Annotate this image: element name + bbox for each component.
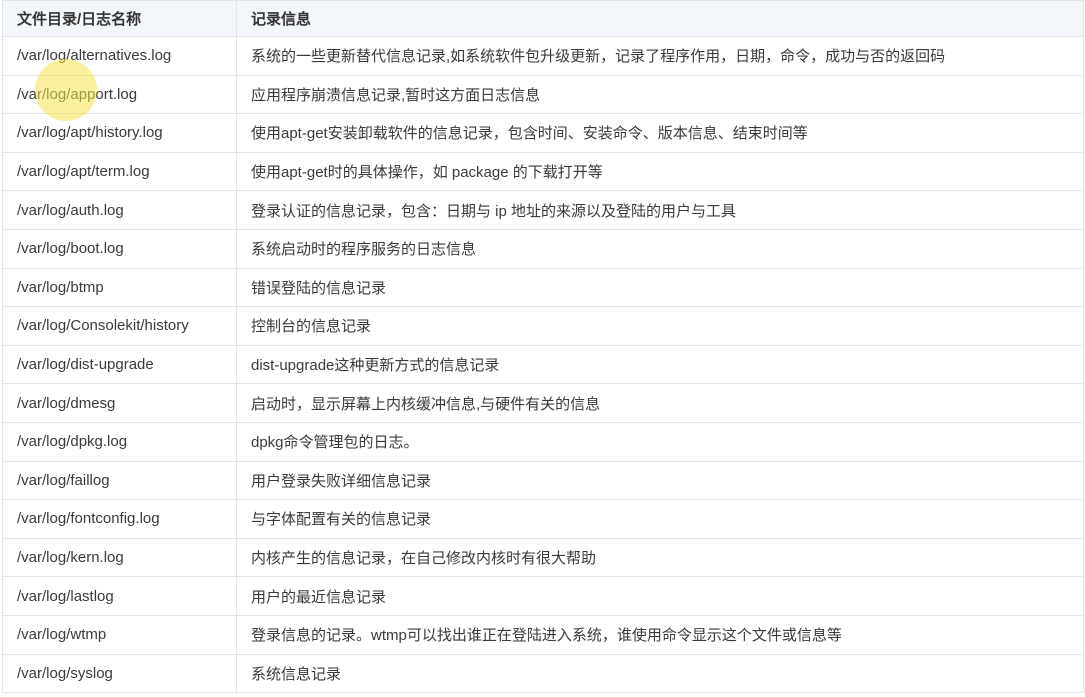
table-row: /var/log/apt/history.log 使用apt-get安装卸载软件的… bbox=[2, 113, 1084, 153]
log-description-cell: dpkg命令管理包的日志。 bbox=[236, 421, 1084, 462]
table-row: /var/log/lastlog 用户的最近信息记录 bbox=[2, 576, 1084, 616]
log-description-cell: 与字体配置有关的信息记录 bbox=[236, 499, 1084, 539]
table-row: /var/log/alternatives.log 系统的一些更新替代信息记录,如… bbox=[2, 36, 1084, 76]
log-path-cell: /var/log/fontconfig.log bbox=[2, 499, 237, 539]
table-row: /var/log/apt/term.log 使用apt-get时的具体操作，如 p… bbox=[2, 151, 1084, 192]
log-path-cell: /var/log/auth.log bbox=[2, 190, 237, 230]
log-path-cell: /var/log/dpkg.log bbox=[2, 421, 237, 462]
table-row: /var/log/apport.log 应用程序崩溃信息记录,暂时这方面日志信息 bbox=[2, 74, 1084, 115]
table-row: /var/log/Consolekit/history 控制台的信息记录 bbox=[2, 306, 1084, 346]
table-body: /var/log/alternatives.log 系统的一些更新替代信息记录,如… bbox=[2, 36, 1084, 694]
log-description-cell: 应用程序崩溃信息记录,暂时这方面日志信息 bbox=[236, 74, 1084, 115]
log-description-cell: dist-upgrade这种更新方式的信息记录 bbox=[236, 344, 1084, 385]
log-description-cell: 用户的最近信息记录 bbox=[236, 576, 1084, 616]
log-description-cell: 内核产生的信息记录，在自己修改内核时有很大帮助 bbox=[236, 537, 1084, 578]
table-row: /var/log/kern.log 内核产生的信息记录，在自己修改内核时有很大帮助 bbox=[2, 537, 1084, 578]
log-description-cell: 使用apt-get时的具体操作，如 package 的下载打开等 bbox=[236, 151, 1084, 192]
log-path-cell: /var/log/btmp bbox=[2, 267, 237, 308]
log-path-cell: /var/log/apt/term.log bbox=[2, 151, 237, 192]
table-row: /var/log/faillog 用户登录失败详细信息记录 bbox=[2, 460, 1084, 501]
log-path-cell: /var/log/boot.log bbox=[2, 228, 237, 269]
table-row: /var/log/syslog 系统信息记录 bbox=[2, 653, 1084, 694]
log-path-cell: /var/log/dmesg bbox=[2, 383, 237, 423]
log-path-cell: /var/log/syslog bbox=[2, 653, 237, 694]
log-path-cell: /var/log/Consolekit/history bbox=[2, 306, 237, 346]
log-path-cell: /var/log/apt/history.log bbox=[2, 113, 237, 153]
table-row: /var/log/btmp 错误登陆的信息记录 bbox=[2, 267, 1084, 308]
table-row: /var/log/wtmp 登录信息的记录。wtmp可以找出谁正在登陆进入系统，谁… bbox=[2, 614, 1084, 655]
log-description-cell: 系统的一些更新替代信息记录,如系统软件包升级更新，记录了程序作用，日期，命令，成… bbox=[236, 36, 1084, 76]
log-description-cell: 登录信息的记录。wtmp可以找出谁正在登陆进入系统，谁使用命令显示这个文件或信息… bbox=[236, 614, 1084, 655]
log-description-cell: 系统启动时的程序服务的日志信息 bbox=[236, 228, 1084, 269]
log-path-cell: /var/log/faillog bbox=[2, 460, 237, 501]
log-path-cell: /var/log/dist-upgrade bbox=[2, 344, 237, 385]
table-row: /var/log/dpkg.log dpkg命令管理包的日志。 bbox=[2, 421, 1084, 462]
header-row: 文件目录/日志名称 记录信息 bbox=[2, 0, 1084, 37]
table-header: 文件目录/日志名称 记录信息 bbox=[2, 0, 1084, 37]
log-description-cell: 用户登录失败详细信息记录 bbox=[236, 460, 1084, 501]
log-path-cell: /var/log/lastlog bbox=[2, 576, 237, 616]
log-path-cell: /var/log/alternatives.log bbox=[2, 36, 237, 76]
column-header-description: 记录信息 bbox=[236, 0, 1084, 37]
log-description-cell: 登录认证的信息记录，包含：日期与 ip 地址的来源以及登陆的用户与工具 bbox=[236, 190, 1084, 230]
log-description-cell: 错误登陆的信息记录 bbox=[236, 267, 1084, 308]
log-description-cell: 系统信息记录 bbox=[236, 653, 1084, 694]
table-row: /var/log/dmesg 启动时，显示屏幕上内核缓冲信息,与硬件有关的信息 bbox=[2, 383, 1084, 423]
log-description-cell: 使用apt-get安装卸载软件的信息记录，包含时间、安装命令、版本信息、结束时间… bbox=[236, 113, 1084, 153]
log-path-cell: /var/log/wtmp bbox=[2, 614, 237, 655]
log-description-cell: 控制台的信息记录 bbox=[236, 306, 1084, 346]
table-row: /var/log/dist-upgrade dist-upgrade这种更新方式的… bbox=[2, 344, 1084, 385]
log-path-cell: /var/log/kern.log bbox=[2, 537, 237, 578]
table-row: /var/log/boot.log 系统启动时的程序服务的日志信息 bbox=[2, 228, 1084, 269]
log-files-table: 文件目录/日志名称 记录信息 /var/log/alternatives.log… bbox=[2, 0, 1084, 694]
log-path-cell: /var/log/apport.log bbox=[2, 74, 237, 115]
column-header-path: 文件目录/日志名称 bbox=[2, 0, 237, 37]
table-row: /var/log/auth.log 登录认证的信息记录，包含：日期与 ip 地址的… bbox=[2, 190, 1084, 230]
table-row: /var/log/fontconfig.log 与字体配置有关的信息记录 bbox=[2, 499, 1084, 539]
log-description-cell: 启动时，显示屏幕上内核缓冲信息,与硬件有关的信息 bbox=[236, 383, 1084, 423]
